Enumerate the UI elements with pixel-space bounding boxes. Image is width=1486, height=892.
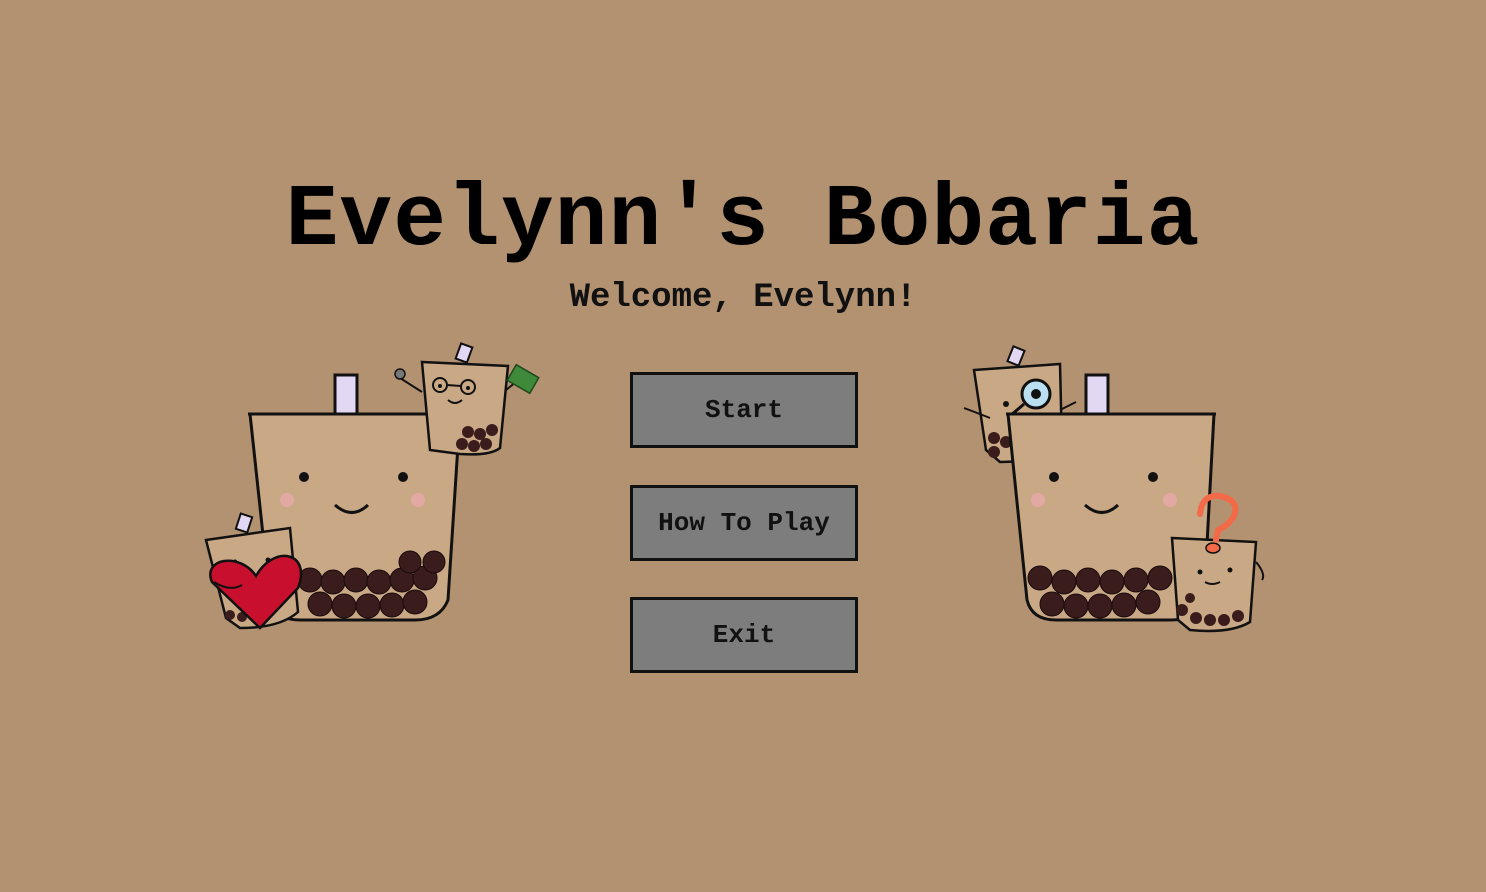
left-boba-illustration — [204, 342, 540, 630]
how-to-play-button[interactable]: How To Play — [630, 485, 858, 561]
exit-button[interactable]: Exit — [630, 597, 858, 673]
welcome-message: Welcome, Evelynn! — [569, 279, 917, 317]
boba-holding-heart-icon — [204, 512, 303, 630]
start-button[interactable]: Start — [630, 372, 858, 448]
game-title: Evelynn's Bobaria — [285, 172, 1201, 271]
right-boba-illustration — [963, 345, 1265, 633]
